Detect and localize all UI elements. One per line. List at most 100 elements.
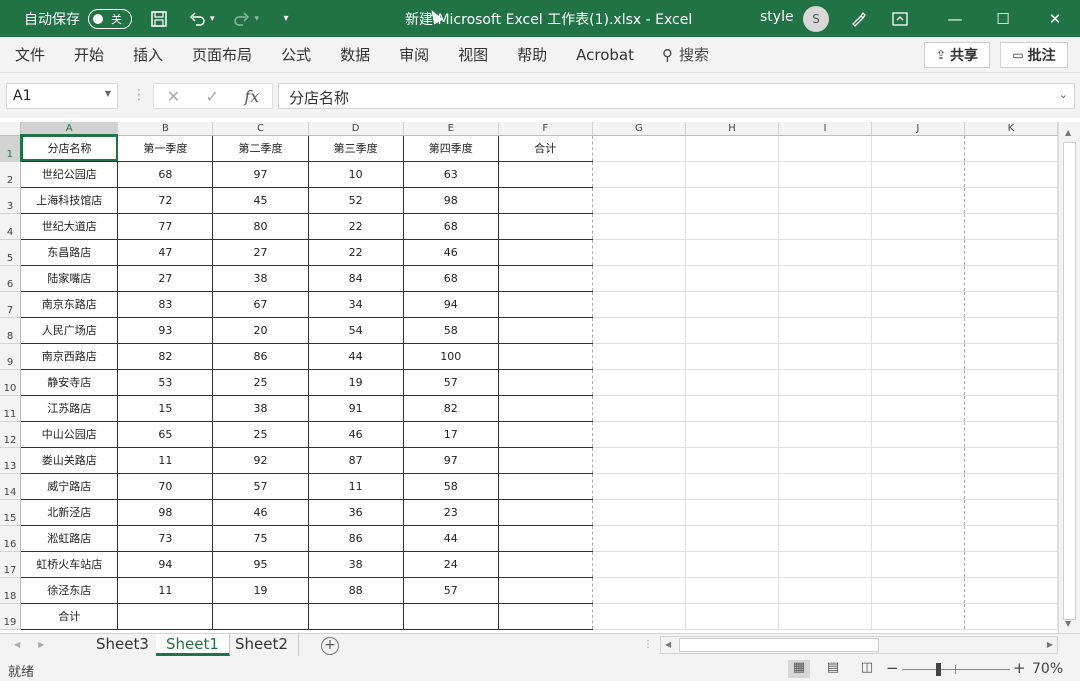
column-header[interactable]: K — [964, 122, 1058, 136]
column-header[interactable]: E — [403, 122, 499, 136]
cell[interactable] — [307, 602, 404, 630]
cell[interactable] — [497, 160, 593, 188]
cell[interactable]: 34 — [307, 290, 404, 318]
cell[interactable]: 38 — [212, 394, 309, 422]
row-header[interactable]: 8 — [0, 317, 22, 344]
cell[interactable]: 娄山关路店 — [20, 446, 119, 474]
cell[interactable] — [685, 239, 780, 266]
cell[interactable] — [778, 525, 872, 552]
zoom-slider[interactable] — [902, 669, 1010, 670]
cell[interactable]: 57 — [402, 576, 499, 604]
page-break-preview-icon[interactable]: ◫ — [856, 660, 878, 678]
row-header[interactable]: 14 — [0, 473, 22, 500]
cell[interactable] — [871, 447, 965, 474]
cell[interactable] — [497, 524, 593, 552]
cell[interactable] — [497, 576, 593, 604]
cell[interactable] — [497, 498, 593, 526]
name-box-dropdown-icon[interactable]: ▼ — [105, 89, 111, 98]
cell[interactable] — [685, 369, 780, 396]
cell[interactable] — [871, 317, 965, 344]
cell[interactable]: 44 — [307, 342, 404, 370]
cell[interactable]: 82 — [402, 394, 499, 422]
cell[interactable]: 25 — [212, 420, 309, 448]
column-header[interactable]: D — [308, 122, 404, 136]
cell[interactable] — [592, 187, 686, 214]
cell[interactable] — [871, 577, 965, 604]
customize-quick-access-icon[interactable]: ▾ — [275, 8, 297, 30]
cell[interactable]: 46 — [307, 420, 404, 448]
row-header[interactable]: 19 — [0, 603, 22, 630]
cell[interactable]: 17 — [402, 420, 499, 448]
cell[interactable] — [592, 499, 686, 526]
cell[interactable]: 47 — [117, 238, 214, 266]
scroll-left-icon[interactable]: ◀ — [665, 640, 671, 649]
vertical-scrollbar[interactable]: ▲ ▼ — [1058, 122, 1080, 633]
cell[interactable] — [964, 213, 1058, 240]
cell[interactable] — [871, 343, 965, 370]
cell[interactable] — [117, 602, 214, 630]
cell[interactable]: 44 — [402, 524, 499, 552]
cell[interactable] — [778, 265, 872, 292]
cell[interactable] — [871, 291, 965, 318]
cell[interactable]: 陆家嘴店 — [20, 264, 119, 292]
cell[interactable] — [685, 343, 780, 370]
cell[interactable] — [592, 369, 686, 396]
cell[interactable]: 88 — [307, 576, 404, 604]
cell[interactable] — [964, 369, 1058, 396]
cell[interactable]: 合计 — [497, 134, 593, 162]
cell[interactable]: 11 — [117, 446, 214, 474]
cell[interactable] — [778, 343, 872, 370]
column-header[interactable]: B — [117, 122, 214, 136]
cell[interactable]: 67 — [212, 290, 309, 318]
tab-help[interactable]: 帮助 — [517, 44, 547, 65]
cell[interactable] — [497, 420, 593, 448]
cell[interactable]: 97 — [402, 446, 499, 474]
cell[interactable]: 72 — [117, 186, 214, 214]
cell[interactable] — [685, 291, 780, 318]
cell[interactable] — [871, 187, 965, 214]
cell[interactable] — [685, 603, 780, 630]
cell[interactable] — [778, 473, 872, 500]
cell[interactable] — [497, 316, 593, 344]
formula-input[interactable]: 分店名称 ⌄ — [278, 83, 1075, 109]
cell[interactable]: 70 — [117, 472, 214, 500]
cell[interactable]: 94 — [402, 290, 499, 318]
user-name[interactable]: style — [760, 9, 794, 25]
cell[interactable] — [778, 369, 872, 396]
cell[interactable]: 63 — [402, 160, 499, 188]
search-box[interactable]: ⚲ 搜索 — [662, 44, 709, 65]
cell[interactable]: 11 — [117, 576, 214, 604]
cell[interactable] — [592, 395, 686, 422]
add-sheet-button[interactable]: + — [321, 637, 339, 655]
cell[interactable] — [592, 525, 686, 552]
row-header[interactable]: 16 — [0, 525, 22, 552]
cell[interactable]: 中山公园店 — [20, 420, 119, 448]
row-header[interactable]: 17 — [0, 551, 22, 578]
cell[interactable] — [964, 317, 1058, 344]
redo-dropdown-icon[interactable]: ▾ — [255, 14, 260, 24]
cell[interactable] — [685, 525, 780, 552]
cell[interactable] — [964, 265, 1058, 292]
cell[interactable]: 23 — [402, 498, 499, 526]
cell[interactable] — [685, 161, 780, 188]
worksheet-grid[interactable]: A B C D E F G H I J K 1 分店名称 第一季度 第二季度 第三季度 第四季度 合计 2 世纪公园店… — [0, 122, 1058, 631]
cell[interactable]: 27 — [212, 238, 309, 266]
cell[interactable]: 68 — [117, 160, 214, 188]
cell[interactable] — [778, 317, 872, 344]
cell[interactable] — [592, 343, 686, 370]
cell[interactable] — [871, 421, 965, 448]
cell[interactable]: 73 — [117, 524, 214, 552]
cell[interactable] — [871, 551, 965, 578]
cell[interactable] — [778, 603, 872, 630]
cell[interactable] — [871, 499, 965, 526]
cell[interactable]: 46 — [212, 498, 309, 526]
row-header[interactable]: 12 — [0, 421, 22, 448]
cell[interactable]: 第三季度 — [307, 134, 404, 162]
cell[interactable]: 97 — [212, 160, 309, 188]
cell[interactable] — [778, 551, 872, 578]
scroll-up-icon[interactable]: ▲ — [1065, 128, 1071, 137]
cell[interactable]: 11 — [307, 472, 404, 500]
cell[interactable] — [497, 212, 593, 240]
column-header[interactable]: C — [212, 122, 309, 136]
cell[interactable] — [778, 447, 872, 474]
